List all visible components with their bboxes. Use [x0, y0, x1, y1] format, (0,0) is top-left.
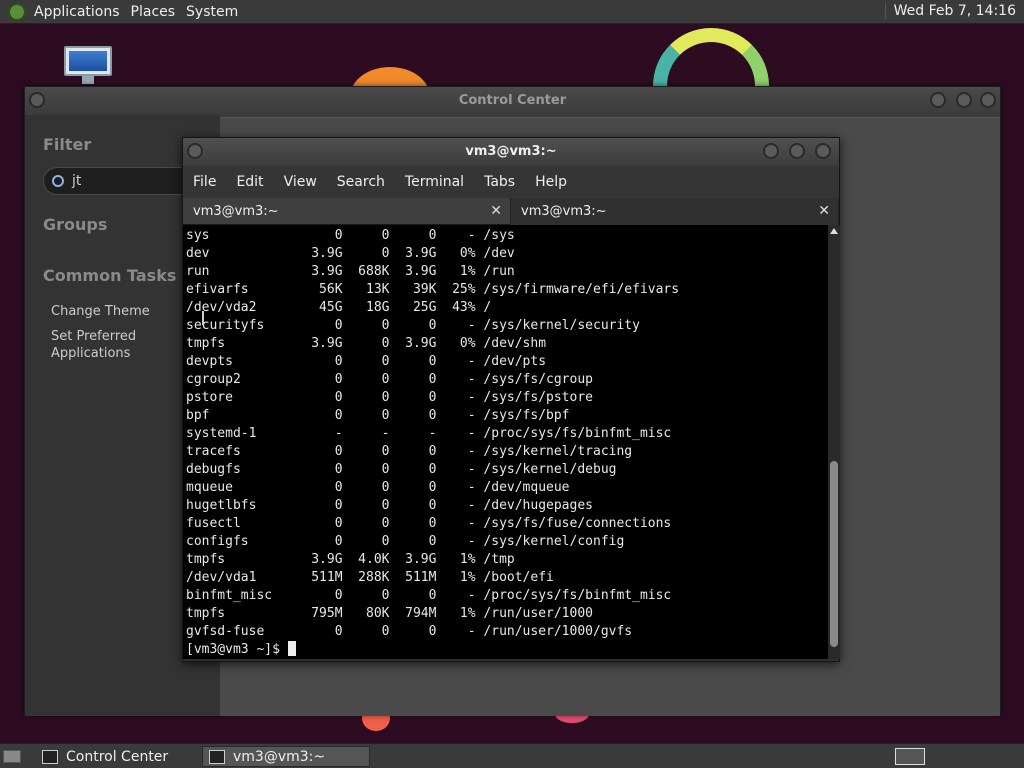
menu-search[interactable]: Search [327, 174, 395, 190]
output-line: pstore 0 0 0 - /sys/fs/pstore [186, 390, 593, 405]
minimize-icon[interactable] [763, 143, 779, 159]
common-tasks-heading[interactable]: Common Tasks [43, 266, 176, 285]
control-center-app-icon [42, 749, 58, 764]
menu-system[interactable]: System [186, 4, 247, 20]
taskbar-label: Control Center [66, 748, 169, 765]
output-line: hugetlbfs 0 0 0 - /dev/hugepages [186, 498, 593, 513]
taskbar-control-center[interactable]: Control Center [36, 746, 198, 767]
task-set-preferred-applications[interactable]: Set Preferred Applications [51, 328, 151, 362]
computer-desktop-icon[interactable] [64, 46, 112, 84]
clock[interactable]: Wed Feb 7, 14:16 [884, 3, 1016, 19]
output-line: fusectl 0 0 0 - /sys/fs/fuse/connections [186, 516, 672, 531]
output-line: run 3.9G 688K 3.9G 1% /run [186, 264, 515, 279]
maximize-icon[interactable] [956, 92, 972, 108]
workspace-switcher[interactable] [895, 748, 925, 765]
terminal-tab[interactable]: vm3@vm3:~ ✕ [511, 198, 839, 225]
terminal-window: vm3@vm3:~ File Edit View Search Terminal… [182, 137, 840, 662]
window-title: Control Center [458, 93, 567, 108]
bottom-panel: Control Center vm3@vm3:~ [0, 743, 1024, 768]
terminal-app-icon [209, 749, 225, 764]
terminal-tabbar: vm3@vm3:~ ✕ vm3@vm3:~ ✕ [183, 198, 839, 225]
task-change-theme[interactable]: Change Theme [51, 303, 150, 320]
control-center-titlebar[interactable]: Control Center [25, 87, 1000, 115]
output-line: debugfs 0 0 0 - /sys/kernel/debug [186, 462, 617, 477]
search-value: jt [72, 173, 82, 189]
output-line: efivarfs 56K 13K 39K 25% /sys/firmware/e… [186, 282, 680, 297]
maximize-icon[interactable] [789, 143, 805, 159]
mouse-ibeam-icon [202, 311, 204, 325]
menu-terminal[interactable]: Terminal [395, 174, 474, 190]
menu-tabs[interactable]: Tabs [474, 174, 525, 190]
minimize-icon[interactable] [930, 92, 946, 108]
menu-file[interactable]: File [183, 174, 226, 190]
output-line: securityfs 0 0 0 - /sys/kernel/security [186, 318, 640, 333]
terminal-menubar: File Edit View Search Terminal Tabs Help [183, 166, 839, 198]
groups-heading[interactable]: Groups [43, 215, 107, 234]
output-line: sys 0 0 0 - /sys [186, 228, 515, 243]
scroll-up-arrow-icon[interactable] [830, 228, 838, 234]
top-panel: Applications Places System Wed Feb 7, 14… [0, 0, 1024, 24]
output-line: devpts 0 0 0 - /dev/pts [186, 354, 547, 369]
output-line: dev 3.9G 0 3.9G 0% /dev [186, 246, 515, 261]
prompt-line[interactable]: [vm3@vm3 ~]$ [186, 641, 828, 659]
search-icon [52, 175, 64, 187]
window-menu-icon[interactable] [29, 92, 45, 108]
filter-search-input[interactable]: jt [43, 167, 203, 195]
output-line: systemd-1 - - - - /proc/sys/fs/binfmt_mi… [186, 426, 672, 441]
menu-applications[interactable]: Applications [34, 4, 129, 20]
menu-places[interactable]: Places [131, 4, 185, 20]
terminal-tab[interactable]: vm3@vm3:~ ✕ [183, 198, 511, 225]
tab-label: vm3@vm3:~ [521, 204, 607, 219]
menu-view[interactable]: View [274, 174, 327, 190]
close-tab-icon[interactable]: ✕ [818, 198, 830, 225]
window-title: vm3@vm3:~ [465, 144, 557, 159]
output-line: tmpfs 3.9G 0 3.9G 0% /dev/shm [186, 336, 547, 351]
taskbar-terminal[interactable]: vm3@vm3:~ [202, 746, 370, 767]
close-tab-icon[interactable]: ✕ [490, 198, 502, 225]
menu-edit[interactable]: Edit [226, 174, 273, 190]
scrollbar-thumb[interactable] [830, 461, 838, 647]
shell-prompt: [vm3@vm3 ~]$ [186, 642, 288, 657]
output-line: tmpfs 3.9G 4.0K 3.9G 1% /tmp [186, 552, 515, 567]
output-line: bpf 0 0 0 - /sys/fs/bpf [186, 408, 570, 423]
output-line: tmpfs 795M 80K 794M 1% /run/user/1000 [186, 606, 593, 621]
window-menu-icon[interactable] [187, 143, 203, 159]
output-line: mqueue 0 0 0 - /dev/mqueue [186, 480, 570, 495]
output-line: binfmt_misc 0 0 0 - /proc/sys/fs/binfmt_… [186, 588, 672, 603]
close-icon[interactable] [980, 92, 996, 108]
filter-heading: Filter [43, 135, 92, 154]
output-line: tracefs 0 0 0 - /sys/kernel/tracing [186, 444, 633, 459]
tab-label: vm3@vm3:~ [193, 204, 279, 219]
output-line: /dev/vda2 45G 18G 25G 43% / [186, 300, 492, 315]
output-line: cgroup2 0 0 0 - /sys/fs/cgroup [186, 372, 593, 387]
taskbar-label: vm3@vm3:~ [233, 748, 326, 765]
output-line: gvfsd-fuse 0 0 0 - /run/user/1000/gvfs [186, 624, 633, 639]
terminal-titlebar[interactable]: vm3@vm3:~ [183, 138, 839, 166]
terminal-scrollbar[interactable] [828, 225, 840, 659]
mate-logo-icon[interactable] [8, 2, 26, 21]
output-line: /dev/vda1 511M 288K 511M 1% /boot/efi [186, 570, 554, 585]
close-icon[interactable] [815, 143, 831, 159]
terminal-output[interactable]: sys 0 0 0 - /sys dev 3.9G 0 3.9G 0% /dev… [183, 225, 828, 659]
menu-help[interactable]: Help [525, 174, 577, 190]
show-desktop-icon[interactable] [3, 750, 21, 763]
output-line: configfs 0 0 0 - /sys/kernel/config [186, 534, 625, 549]
text-cursor [287, 641, 296, 656]
